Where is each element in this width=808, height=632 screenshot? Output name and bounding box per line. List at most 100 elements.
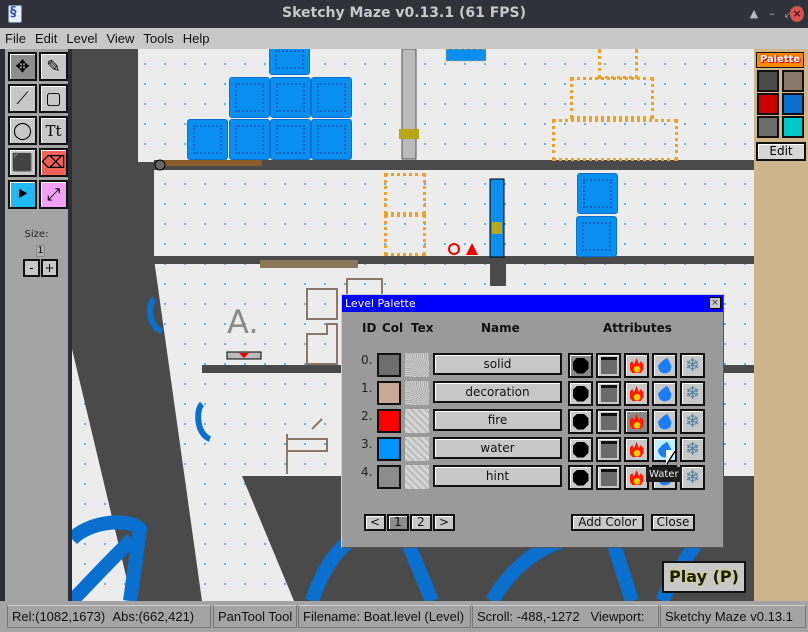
padlock-icon bbox=[399, 129, 419, 139]
size-decrease-button[interactable]: - bbox=[23, 259, 40, 277]
eraser-tool-button[interactable]: ⌫ bbox=[39, 148, 68, 177]
attr-decoration-toggle[interactable] bbox=[596, 437, 621, 462]
swatch-cyan[interactable] bbox=[782, 116, 804, 138]
row-name-button[interactable]: hint bbox=[433, 465, 562, 487]
close-dialog-button[interactable]: Close bbox=[651, 514, 695, 531]
actor-tool-button[interactable]: ⯈ bbox=[8, 180, 37, 209]
swatch-decoration[interactable] bbox=[782, 70, 804, 92]
row-texture[interactable] bbox=[405, 353, 429, 377]
row-texture[interactable] bbox=[405, 381, 429, 405]
play-button[interactable]: Play (P) bbox=[662, 561, 746, 593]
row-texture[interactable] bbox=[405, 465, 429, 489]
attr-frozen-toggle[interactable]: ❄ bbox=[680, 381, 705, 406]
swatch-fire[interactable] bbox=[757, 93, 779, 115]
ellipse-tool-button[interactable]: ◯ bbox=[8, 116, 37, 145]
attr-fire-toggle[interactable] bbox=[624, 381, 649, 406]
swatch-water[interactable] bbox=[782, 93, 804, 115]
status-tool: PanTool Tool bbox=[213, 605, 297, 628]
status-bar: Rel:(1082,1673) Abs:(662,421) PanTool To… bbox=[0, 601, 808, 632]
header-col: Col bbox=[382, 321, 404, 335]
water-icon bbox=[657, 357, 672, 374]
fill-tool-button[interactable]: ⬛ bbox=[8, 148, 37, 177]
status-abs: Abs:(662,421) bbox=[112, 609, 195, 624]
row-color-swatch[interactable] bbox=[377, 409, 401, 433]
hint-block bbox=[598, 49, 638, 79]
attr-solid-toggle[interactable] bbox=[568, 353, 593, 378]
attr-fire-toggle[interactable] bbox=[624, 437, 649, 462]
size-increase-button[interactable]: + bbox=[41, 259, 58, 277]
attr-decoration-toggle[interactable] bbox=[596, 465, 621, 490]
title-bar: Sketchy Maze v0.13.1 (61 FPS) ▲ – ⤢ × bbox=[0, 0, 808, 28]
eject-icon[interactable]: ▲ bbox=[746, 6, 762, 22]
hint-block bbox=[552, 119, 678, 161]
pencil-tool-button[interactable]: ✎ bbox=[39, 52, 68, 81]
add-color-button[interactable]: Add Color bbox=[571, 514, 644, 531]
attr-solid-toggle[interactable] bbox=[568, 437, 593, 462]
attr-fire-toggle[interactable] bbox=[624, 409, 649, 434]
attr-decoration-toggle[interactable] bbox=[596, 381, 621, 406]
minimize-button[interactable]: – bbox=[764, 6, 780, 22]
row-name-button[interactable]: water bbox=[433, 437, 562, 459]
menu-edit[interactable]: Edit bbox=[30, 29, 61, 46]
row-name-button[interactable]: decoration bbox=[433, 381, 562, 403]
fire-icon bbox=[629, 470, 644, 485]
mouse-cursor-icon bbox=[666, 450, 675, 464]
status-viewport-label: Viewport: bbox=[590, 609, 645, 624]
page-prev-button[interactable]: < bbox=[364, 514, 386, 531]
door-lock-icon bbox=[492, 222, 502, 234]
menu-view[interactable]: View bbox=[101, 29, 138, 46]
attr-frozen-toggle[interactable]: ❄ bbox=[680, 437, 705, 462]
water-block bbox=[577, 173, 618, 214]
swatch-hint[interactable] bbox=[757, 116, 779, 138]
page-next-button[interactable]: > bbox=[433, 514, 455, 531]
row-texture[interactable] bbox=[405, 437, 429, 461]
attr-solid-toggle[interactable] bbox=[568, 465, 593, 490]
attr-solid-toggle[interactable] bbox=[568, 381, 593, 406]
row-color-swatch[interactable] bbox=[377, 465, 401, 489]
text-tool-button[interactable]: Tt bbox=[39, 116, 68, 145]
water-block bbox=[269, 49, 310, 75]
attr-water-toggle[interactable] bbox=[652, 409, 677, 434]
decoration-icon bbox=[600, 357, 617, 374]
attr-solid-toggle[interactable] bbox=[568, 409, 593, 434]
row-id: 3. bbox=[361, 437, 373, 451]
attr-water-toggle[interactable] bbox=[652, 353, 677, 378]
rectangle-tool-button[interactable]: ▢ bbox=[39, 84, 68, 113]
page-2-button[interactable]: 2 bbox=[410, 514, 432, 531]
row-name-button[interactable]: solid bbox=[433, 353, 562, 375]
row-name-button[interactable]: fire bbox=[433, 409, 562, 431]
pencil-icon: ✎ bbox=[46, 56, 61, 77]
close-window-button[interactable]: × bbox=[790, 6, 804, 22]
attr-frozen-toggle[interactable]: ❄ bbox=[680, 465, 705, 490]
header-tex: Tex bbox=[411, 321, 434, 335]
diagonal-wall bbox=[72, 49, 202, 601]
row-texture[interactable] bbox=[405, 409, 429, 433]
link-tool-button[interactable]: ⤢ bbox=[39, 180, 68, 209]
page-1-button[interactable]: 1 bbox=[387, 514, 409, 531]
menu-help[interactable]: Help bbox=[178, 29, 214, 46]
menu-level[interactable]: Level bbox=[61, 29, 101, 46]
attr-decoration-toggle[interactable] bbox=[596, 409, 621, 434]
line-tool-button[interactable]: ⟋ bbox=[8, 84, 37, 113]
row-color-swatch[interactable] bbox=[377, 437, 401, 461]
menu-tools[interactable]: Tools bbox=[138, 29, 177, 46]
ladder-bars bbox=[401, 49, 417, 160]
decoration-icon bbox=[600, 469, 617, 486]
attr-decoration-toggle[interactable] bbox=[596, 353, 621, 378]
pan-tool-button[interactable]: ✥ bbox=[8, 52, 37, 81]
attr-frozen-toggle[interactable]: ❄ bbox=[680, 409, 705, 434]
floor-wall-2 bbox=[154, 256, 754, 264]
dialog-close-icon[interactable]: × bbox=[709, 297, 721, 309]
attr-frozen-toggle[interactable]: ❄ bbox=[680, 353, 705, 378]
swatch-solid[interactable] bbox=[757, 70, 779, 92]
palette-edit-button[interactable]: Edit bbox=[756, 142, 806, 161]
menu-file[interactable]: File bbox=[0, 29, 30, 46]
row-color-swatch[interactable] bbox=[377, 353, 401, 377]
row-id: 0. bbox=[361, 353, 373, 367]
header-name: Name bbox=[481, 321, 520, 335]
solid-icon bbox=[572, 441, 589, 458]
row-color-swatch[interactable] bbox=[377, 381, 401, 405]
water-block bbox=[311, 77, 352, 118]
attr-fire-toggle[interactable] bbox=[624, 353, 649, 378]
attr-water-toggle[interactable] bbox=[652, 381, 677, 406]
